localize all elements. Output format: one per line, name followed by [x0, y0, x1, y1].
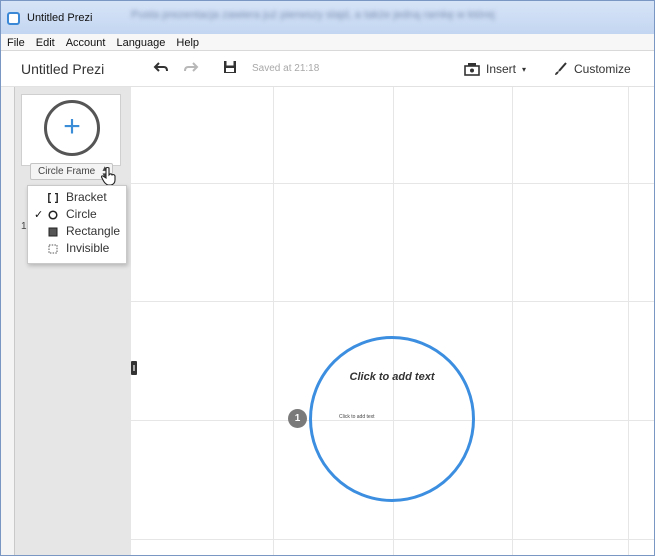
frame-type-label: Circle Frame: [38, 166, 96, 177]
bracket-icon: [48, 193, 58, 203]
brush-icon: [555, 62, 567, 75]
frame-title-text[interactable]: Click to add text: [309, 371, 475, 383]
option-bracket-label: Bracket: [66, 190, 107, 204]
window-title: Untitled Prezi: [27, 12, 93, 24]
undo-icon[interactable]: [153, 60, 169, 76]
slide-number: 1: [21, 221, 27, 232]
insert-label: Insert: [486, 62, 517, 76]
option-invisible-label: Invisible: [66, 241, 110, 255]
caret-down-icon: ▾: [522, 64, 527, 74]
insert-icon: [464, 63, 480, 76]
app-window: Untitled Prezi Pusta prezentacja zawiera…: [0, 0, 655, 556]
circle-icon: [48, 210, 58, 220]
slides-sidebar: + Circle Frame ▴ ▾ 1: [14, 87, 131, 555]
prezi-canvas[interactable]: Click to add text Click to add text 1: [131, 87, 654, 555]
checkmark-icon: ✓: [34, 209, 44, 221]
sidebar-collapse-handle[interactable]: [131, 361, 137, 375]
grid-line: [131, 183, 654, 184]
option-rectangle-label: Rectangle: [66, 224, 121, 238]
document-title[interactable]: Untitled Prezi: [21, 61, 104, 77]
menu-language[interactable]: Language: [110, 34, 170, 50]
customize-label: Customize: [574, 62, 631, 76]
prezi-app-icon: [7, 12, 20, 25]
insert-button[interactable]: Insert ▾: [464, 59, 526, 79]
customize-button[interactable]: Customize: [554, 59, 631, 79]
saved-status: Saved at 21:18: [252, 63, 320, 74]
rectangle-icon: [48, 227, 58, 237]
option-bracket[interactable]: Bracket: [28, 190, 128, 207]
grid-line: [273, 87, 274, 555]
frame-type-dropdown: Bracket ✓ Circle Rectangle Invisible: [27, 185, 127, 264]
circle-frame[interactable]: [309, 336, 475, 502]
option-invisible[interactable]: Invisible: [28, 241, 128, 258]
add-frame-thumbnail[interactable]: +: [21, 94, 121, 166]
grid-line: [512, 87, 513, 555]
frame-body-text[interactable]: Click to add text: [339, 414, 375, 420]
save-icon[interactable]: [223, 60, 237, 74]
menu-help[interactable]: Help: [170, 34, 204, 50]
option-rectangle[interactable]: Rectangle: [28, 224, 128, 241]
blurred-caption: Pusta prezentacja zawiera już pierwszy s…: [131, 9, 495, 21]
grid-line: [628, 87, 629, 555]
menu-edit[interactable]: Edit: [30, 34, 60, 50]
plus-icon: +: [63, 110, 81, 143]
app-toolbar: Untitled Prezi Saved at 21:18 Insert ▾ C…: [1, 51, 654, 87]
path-step-badge[interactable]: 1: [288, 409, 307, 428]
hand-cursor-icon: [100, 166, 116, 186]
circle-frame-preview: +: [44, 100, 100, 156]
invisible-frame-icon: [48, 244, 58, 254]
option-circle[interactable]: ✓ Circle: [28, 207, 128, 224]
grid-line: [131, 539, 654, 540]
menu-file[interactable]: File: [1, 34, 30, 50]
title-bar[interactable]: Untitled Prezi Pusta prezentacja zawiera…: [1, 1, 654, 34]
option-circle-label: Circle: [66, 207, 97, 221]
menu-account[interactable]: Account: [60, 34, 111, 50]
grid-line: [131, 301, 654, 302]
redo-icon[interactable]: [183, 60, 199, 76]
menu-bar: File Edit Account Language Help: [1, 34, 654, 51]
